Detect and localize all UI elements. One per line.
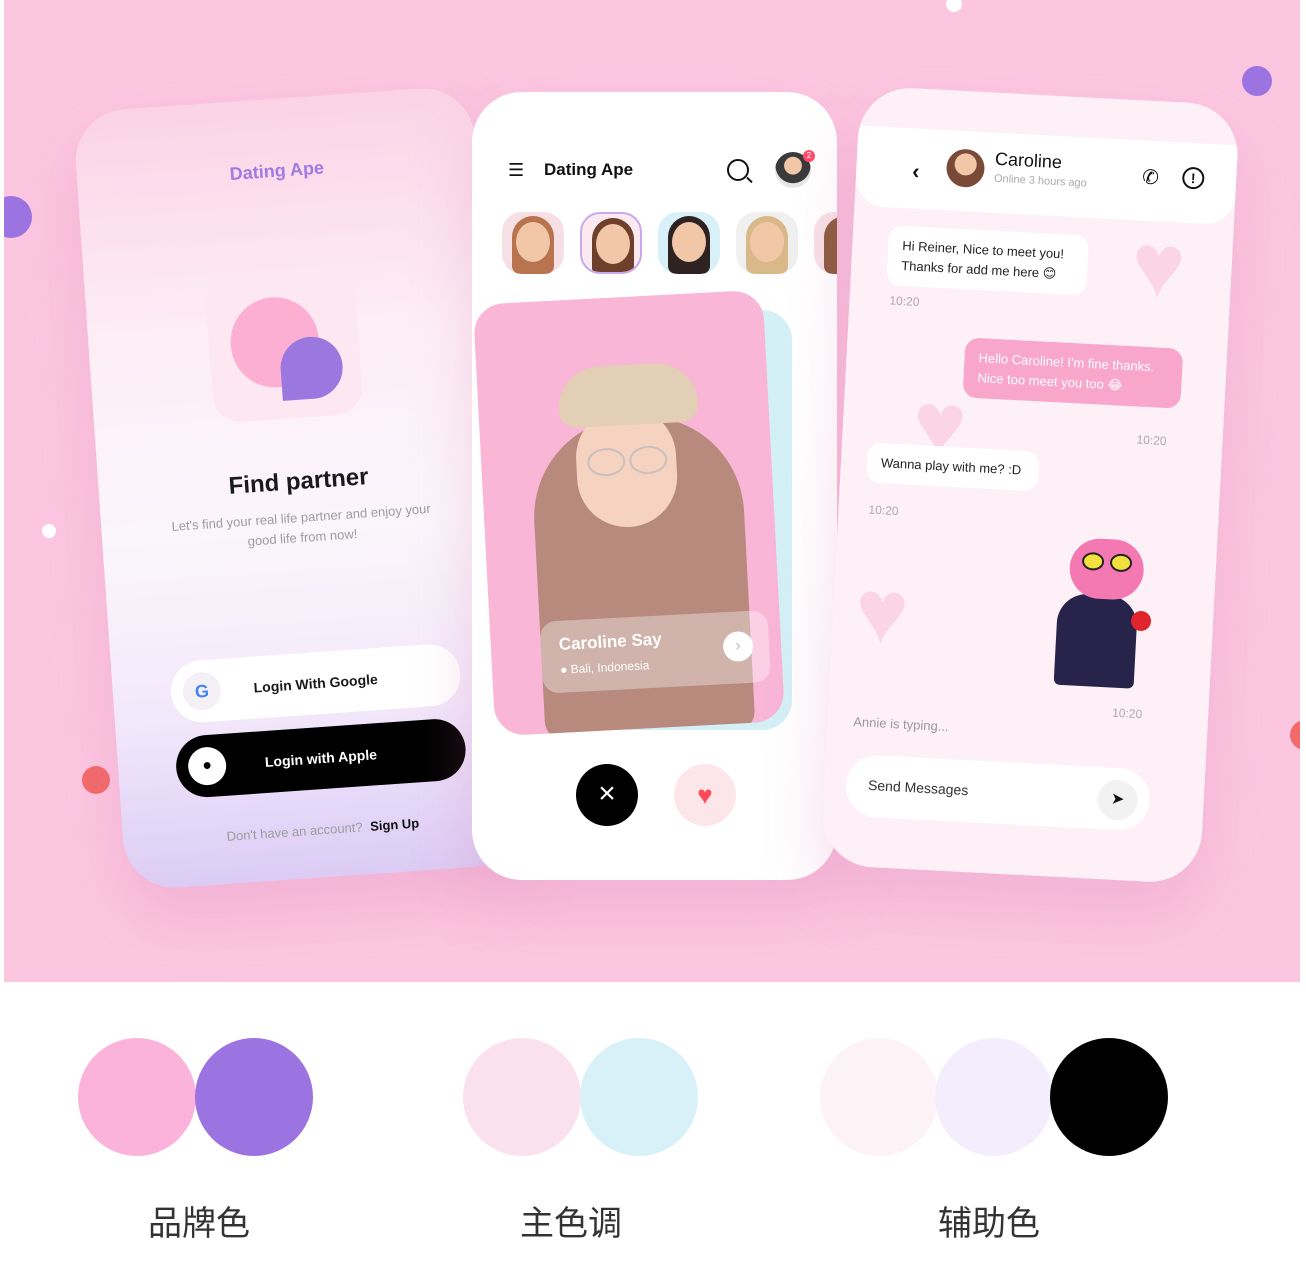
login-google-label: Login With Google xyxy=(253,670,379,696)
decor-dot xyxy=(82,766,110,794)
swatch-main-blue xyxy=(580,1038,698,1156)
send-icon: ➤ xyxy=(1110,790,1125,809)
profile-location-text: Bali, Indonesia xyxy=(570,658,650,677)
swatch-aux-white-pink xyxy=(820,1038,938,1156)
message-time: 10:20 xyxy=(889,293,920,309)
avatar[interactable]: 2 xyxy=(775,150,815,188)
message-bubble-incoming: Wanna play with me? :D xyxy=(865,442,1040,492)
signup-link[interactable]: Sign Up xyxy=(370,815,420,833)
profile-name: Caroline Say xyxy=(558,629,663,654)
signup-prompt: Don't have an account? xyxy=(226,819,364,844)
profile-photo-hat xyxy=(556,361,700,429)
page-subtitle: Let's find your real life partner and en… xyxy=(170,500,432,549)
sticker-head xyxy=(1068,537,1146,602)
like-button[interactable]: ♥ xyxy=(674,764,736,826)
swatch-aux-lavender xyxy=(935,1038,1053,1156)
heart-decor-icon: ♥ xyxy=(1129,215,1188,318)
sticker-pink-panther xyxy=(1043,536,1161,692)
swatch-brand-purple xyxy=(195,1038,313,1156)
story-face xyxy=(596,224,630,264)
send-button[interactable]: ➤ xyxy=(1096,778,1139,822)
info-icon[interactable]: ! xyxy=(1181,166,1205,190)
story-avatar[interactable] xyxy=(580,212,642,274)
story-avatar[interactable] xyxy=(814,212,837,274)
message-time: 10:20 xyxy=(1136,432,1167,449)
profile-location: ● Bali, Indonesia xyxy=(559,658,650,677)
sticker-body xyxy=(1053,592,1139,689)
phone-icon[interactable]: ✆ xyxy=(1142,164,1160,190)
palette-label-aux: 辅助色 xyxy=(938,1204,1040,1244)
profile-card[interactable]: Caroline Say ● Bali, Indonesia › xyxy=(472,289,786,737)
chevron-right-icon[interactable]: › xyxy=(722,630,754,663)
rose-icon xyxy=(1130,610,1152,632)
google-icon: G xyxy=(181,670,223,712)
contact-status: Online 3 hours ago xyxy=(993,172,1088,190)
discover-screen: ☰ Dating Ape 2 Caroline Say ● Bali, Indo… xyxy=(472,92,837,880)
decor-dot xyxy=(1290,720,1300,750)
palette-label-main: 主色调 xyxy=(520,1204,622,1244)
typing-indicator: Annie is typing... xyxy=(852,714,950,735)
brand-title: Dating Ape xyxy=(229,157,325,185)
login-apple-button[interactable]: ● Login with Apple xyxy=(174,717,468,800)
swatch-brand-pink xyxy=(78,1038,196,1156)
decor-dot xyxy=(1242,66,1272,96)
message-bubble-outgoing: Hello Caroline! I'm fine thanks. Nice to… xyxy=(962,337,1184,409)
menu-icon[interactable]: ☰ xyxy=(508,160,524,181)
signup-row: Don't have an account? Sign Up xyxy=(123,808,523,851)
story-face xyxy=(750,222,784,262)
app-logo xyxy=(203,263,364,424)
contact-name: Caroline xyxy=(994,148,1063,173)
message-time: 10:20 xyxy=(1111,705,1143,722)
apple-icon: ● xyxy=(186,745,228,787)
avatar[interactable] xyxy=(945,148,986,189)
sticker-eye xyxy=(1109,553,1133,573)
story-face xyxy=(516,222,550,262)
story-face xyxy=(672,222,706,262)
chat-screen: ♥ ♥ ♥ ‹ Caroline Online 3 hours ago ✆ ! … xyxy=(819,85,1241,885)
login-apple-label: Login with Apple xyxy=(264,746,378,771)
story-avatar[interactable] xyxy=(736,212,798,274)
decor-dot xyxy=(4,196,32,238)
login-screen: Dating Ape Find partner Let's find your … xyxy=(72,84,526,892)
chat-header: ‹ Caroline Online 3 hours ago ✆ ! xyxy=(854,125,1239,226)
heart-decor-icon: ♥ xyxy=(852,561,912,664)
story-hair xyxy=(824,216,837,274)
login-google-button[interactable]: G Login With Google xyxy=(168,642,463,725)
message-time: 10:20 xyxy=(868,502,899,519)
search-icon[interactable] xyxy=(727,159,749,181)
decor-dot xyxy=(42,524,56,538)
back-icon[interactable]: ‹ xyxy=(912,158,921,184)
swatch-main-pink xyxy=(463,1038,581,1156)
swatch-aux-black xyxy=(1050,1038,1168,1156)
palette-label-brand: 品牌色 xyxy=(148,1204,250,1244)
sticker-eye xyxy=(1081,551,1105,571)
notification-badge: 2 xyxy=(803,150,815,162)
story-avatar[interactable] xyxy=(502,212,564,274)
decor-dot xyxy=(946,0,962,12)
profile-photo-glasses xyxy=(587,445,668,475)
message-input-placeholder: Send Messages xyxy=(867,776,969,799)
profile-info-card: Caroline Say ● Bali, Indonesia › xyxy=(539,609,772,694)
message-bubble-incoming: Hi Reiner, Nice to meet you! Thanks for … xyxy=(886,225,1090,296)
story-avatar[interactable] xyxy=(658,212,720,274)
message-input[interactable]: Send Messages ➤ xyxy=(844,753,1152,832)
app-title: Dating Ape xyxy=(544,160,634,179)
dislike-button[interactable]: × xyxy=(576,764,638,826)
top-bar: ☰ Dating Ape 2 xyxy=(508,150,815,190)
showcase-background: Dating Ape Find partner Let's find your … xyxy=(4,0,1300,982)
stories-row xyxy=(502,212,837,282)
